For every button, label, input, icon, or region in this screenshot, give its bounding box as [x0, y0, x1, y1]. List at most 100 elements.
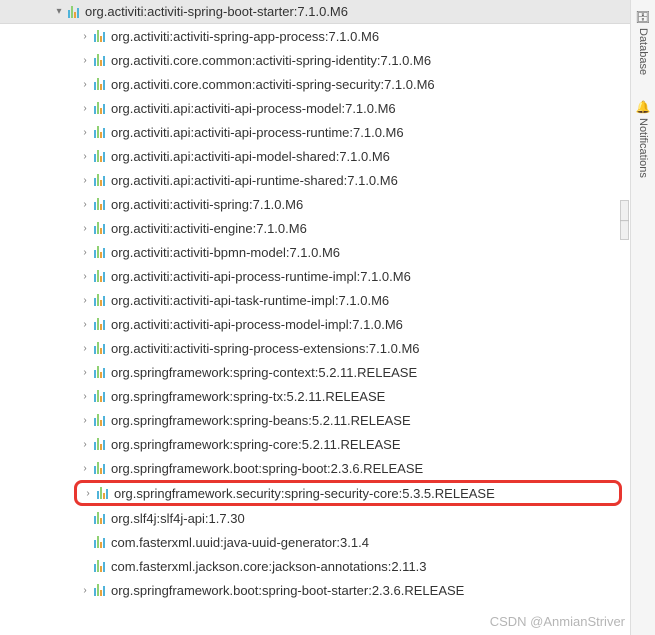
- chevron-right-icon[interactable]: ›: [78, 415, 92, 426]
- tree-child-row[interactable]: ›com.fasterxml.uuid:java-uuid-generator:…: [0, 530, 630, 554]
- library-icon: [94, 414, 105, 426]
- tree-child-row[interactable]: › org.activiti.api:activiti-api-runtime-s…: [0, 168, 630, 192]
- library-icon: [94, 246, 105, 258]
- chevron-right-icon[interactable]: ›: [78, 463, 92, 474]
- tree-node-label: org.slf4j:slf4j-api:1.7.30: [111, 511, 245, 526]
- tree-node-label: org.activiti.api:activiti-api-model-shar…: [111, 149, 390, 164]
- chevron-right-icon[interactable]: ›: [78, 585, 92, 596]
- sidebar-tab-notifications[interactable]: 🔔 Notifications: [636, 100, 651, 178]
- highlighted-dependency: › org.springframework.security:spring-sec…: [74, 480, 622, 506]
- tree-child-row[interactable]: › org.springframework.boot:spring-boot:2.…: [0, 456, 630, 480]
- panel-collapse-handle[interactable]: —: [620, 200, 629, 240]
- library-icon: [94, 560, 105, 572]
- tree-node-label: com.fasterxml.jackson.core:jackson-annot…: [111, 559, 427, 574]
- tree-child-row[interactable]: › org.activiti:activiti-api-task-runtime-…: [0, 288, 630, 312]
- tree-node-label: org.activiti.api:activiti-api-runtime-sh…: [111, 173, 398, 188]
- tree-child-row[interactable]: ›com.fasterxml.jackson.core:jackson-anno…: [0, 554, 630, 578]
- tree-child-row[interactable]: ›org.activiti.core.common:activiti-sprin…: [0, 72, 630, 96]
- tree-child-row[interactable]: › org.activiti:activiti-api-process-model…: [0, 312, 630, 336]
- tree-node-label: org.activiti.core.common:activiti-spring…: [111, 53, 431, 68]
- sidebar-tab-database[interactable]: 🗄 Database: [635, 10, 650, 75]
- chevron-right-icon[interactable]: ›: [78, 319, 92, 330]
- tree-child-row[interactable]: › org.activiti:activiti-api-process-runti…: [0, 264, 630, 288]
- library-icon: [94, 198, 105, 210]
- library-icon: [94, 126, 105, 138]
- children-container: › org.activiti:activiti-spring-app-proces…: [0, 24, 630, 602]
- tree-child-row[interactable]: › org.activiti.api:activiti-api-process-r…: [0, 120, 630, 144]
- tree-child-row[interactable]: › org.activiti:activiti-spring-app-proces…: [0, 24, 630, 48]
- tree-node-label: org.springframework:spring-context:5.2.1…: [111, 365, 417, 380]
- tree-child-row[interactable]: › org.springframework:spring-core:5.2.11.…: [0, 432, 630, 456]
- chevron-right-icon[interactable]: ›: [78, 55, 92, 66]
- dependency-tree: ▾ org.activiti:activiti-spring-boot-star…: [0, 0, 630, 635]
- tree-child-row[interactable]: › org.activiti:activiti-spring:7.1.0.M6: [0, 192, 630, 216]
- chevron-right-icon[interactable]: ›: [78, 199, 92, 210]
- chevron-right-icon[interactable]: ›: [78, 391, 92, 402]
- tree-child-row[interactable]: ›org.slf4j:slf4j-api:1.7.30: [0, 506, 630, 530]
- library-icon: [94, 150, 105, 162]
- tree-node-label: org.activiti:activiti-spring:7.1.0.M6: [111, 197, 303, 212]
- chevron-right-icon[interactable]: ›: [78, 343, 92, 354]
- library-icon: [68, 6, 79, 18]
- chevron-right-icon[interactable]: ›: [78, 79, 92, 90]
- tree-child-row[interactable]: › org.activiti.api:activiti-api-model-sha…: [0, 144, 630, 168]
- tree-node-label: org.activiti:activiti-api-process-runtim…: [111, 269, 411, 284]
- chevron-right-icon[interactable]: ›: [78, 295, 92, 306]
- tree-node-label: org.springframework:spring-tx:5.2.11.REL…: [111, 389, 385, 404]
- tree-node-label: org.activiti.api:activiti-api-process-mo…: [111, 101, 396, 116]
- tree-child-row[interactable]: › org.springframework.security:spring-sec…: [77, 481, 495, 505]
- chevron-right-icon[interactable]: ›: [81, 488, 95, 499]
- tree-child-row[interactable]: › org.springframework:spring-tx:5.2.11.RE…: [0, 384, 630, 408]
- tree-root-row[interactable]: ▾ org.activiti:activiti-spring-boot-star…: [0, 0, 630, 24]
- chevron-down-icon[interactable]: ▾: [52, 6, 66, 17]
- tree-child-row[interactable]: › org.activiti.core.common:activiti-sprin…: [0, 48, 630, 72]
- library-icon: [94, 30, 105, 42]
- chevron-right-icon[interactable]: ›: [78, 439, 92, 450]
- tree-child-row[interactable]: ›org.springframework:spring-beans:5.2.11…: [0, 408, 630, 432]
- library-icon: [94, 438, 105, 450]
- chevron-right-icon[interactable]: ›: [78, 175, 92, 186]
- tree-node-label: com.fasterxml.uuid:java-uuid-generator:3…: [111, 535, 369, 550]
- tree-child-row[interactable]: › org.activiti:activiti-spring-process-ex…: [0, 336, 630, 360]
- library-icon: [97, 487, 108, 499]
- right-tool-sidebar: 🗄 Database 🔔 Notifications: [630, 0, 655, 635]
- tree-child-row[interactable]: › org.activiti.api:activiti-api-process-m…: [0, 96, 630, 120]
- tree-node-label: org.springframework:spring-core:5.2.11.R…: [111, 437, 401, 452]
- chevron-right-icon[interactable]: ›: [78, 247, 92, 258]
- tree-child-row[interactable]: › org.activiti:activiti-engine:7.1.0.M6: [0, 216, 630, 240]
- library-icon: [94, 222, 105, 234]
- tree-node-label: org.activiti:activiti-spring-process-ext…: [111, 341, 420, 356]
- library-icon: [94, 390, 105, 402]
- chevron-right-icon[interactable]: ›: [78, 151, 92, 162]
- library-icon: [94, 54, 105, 66]
- tree-node-label: org.springframework.security:spring-secu…: [114, 486, 495, 501]
- tree-node-label: org.springframework.boot:spring-boot:2.3…: [111, 461, 423, 476]
- chevron-right-icon[interactable]: ›: [78, 223, 92, 234]
- library-icon: [94, 366, 105, 378]
- library-icon: [94, 512, 105, 524]
- tree-child-row[interactable]: › org.springframework:spring-context:5.2.…: [0, 360, 630, 384]
- tree-child-row[interactable]: › org.activiti:activiti-bpmn-model:7.1.0.…: [0, 240, 630, 264]
- sidebar-tab-label: Notifications: [637, 118, 649, 178]
- chevron-right-icon[interactable]: ›: [78, 271, 92, 282]
- chevron-right-icon[interactable]: ›: [78, 127, 92, 138]
- library-icon: [94, 536, 105, 548]
- tree-node-label: org.activiti.api:activiti-api-process-ru…: [111, 125, 404, 140]
- tree-node-label: org.activiti:activiti-bpmn-model:7.1.0.M…: [111, 245, 340, 260]
- tree-node-label: org.activiti:activiti-api-task-runtime-i…: [111, 293, 389, 308]
- tree-node-label: org.activiti:activiti-spring-app-process…: [111, 29, 379, 44]
- library-icon: [94, 78, 105, 90]
- library-icon: [94, 270, 105, 282]
- chevron-right-icon[interactable]: ›: [78, 367, 92, 378]
- tree-node-label: org.activiti:activiti-engine:7.1.0.M6: [111, 221, 307, 236]
- database-icon: 🗄: [635, 10, 650, 24]
- chevron-right-icon[interactable]: ›: [78, 103, 92, 114]
- chevron-right-icon[interactable]: ›: [78, 31, 92, 42]
- library-icon: [94, 294, 105, 306]
- library-icon: [94, 342, 105, 354]
- tree-node-label: org.springframework.boot:spring-boot-sta…: [111, 583, 464, 598]
- library-icon: [94, 318, 105, 330]
- library-icon: [94, 102, 105, 114]
- tree-child-row[interactable]: › org.springframework.boot:spring-boot-st…: [0, 578, 630, 602]
- tree-node-label: org.activiti:activiti-api-process-model-…: [111, 317, 403, 332]
